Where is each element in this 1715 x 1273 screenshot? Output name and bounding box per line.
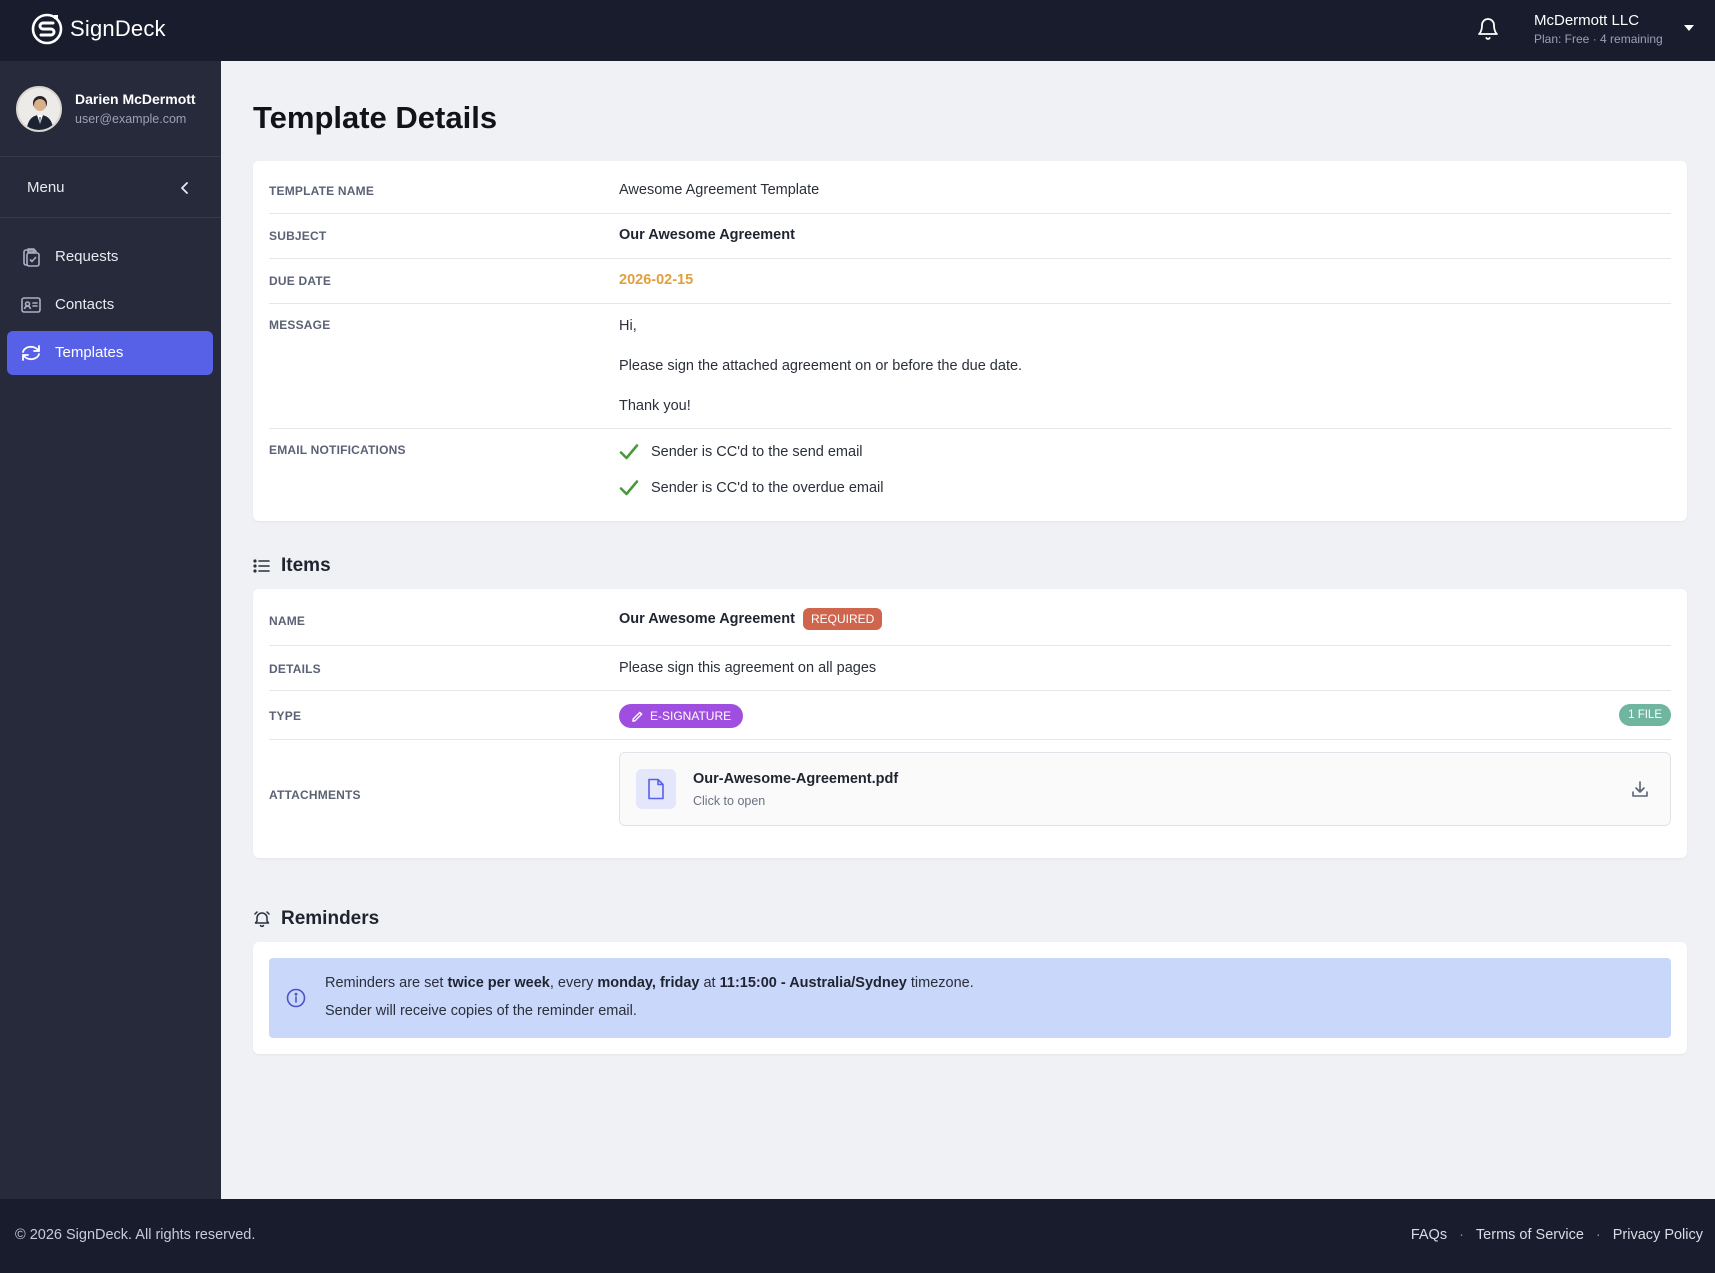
item-details-value: Please sign this agreement on all pages: [619, 660, 877, 676]
download-icon[interactable]: [1630, 779, 1650, 799]
notification-text: Sender is CC'd to the overdue email: [651, 480, 884, 496]
e-signature-badge: E-SIGNATURE: [619, 704, 744, 728]
menu-header: Menu: [0, 158, 221, 218]
account-plan: Plan: Free · 4 remaining: [1534, 32, 1663, 46]
file-icon-box: [636, 769, 676, 809]
due-date-value: 2026-02-15: [619, 272, 694, 288]
message-line: Please sign the attached agreement on or…: [619, 358, 1023, 374]
item-name: Our Awesome Agreement: [619, 610, 795, 627]
item-name-value: Our Awesome Agreement REQUIRED: [619, 608, 883, 630]
user-name: Darien McDermott: [75, 91, 196, 107]
info-icon: [286, 988, 306, 1008]
attachment-name: Our-Awesome-Agreement.pdf: [693, 771, 899, 787]
sidebar-item-label: Templates: [55, 344, 124, 361]
avatar: [16, 86, 62, 132]
refresh-icon: [22, 345, 40, 361]
user-avatar-icon: [18, 88, 60, 130]
file-document-icon: [648, 778, 664, 800]
signdeck-logo-icon: [31, 13, 63, 45]
sidebar-item-contacts[interactable]: Contacts: [7, 283, 213, 327]
brand-logo[interactable]: SignDeck: [30, 12, 166, 46]
file-count-badge: 1 FILE: [1619, 704, 1671, 726]
item-row-details: DETAILS Please sign this agreement on al…: [269, 646, 1671, 691]
items-section-title: Items: [253, 555, 331, 577]
reminders-section-title: Reminders: [253, 908, 379, 930]
notification-item: Sender is CC'd to the overdue email: [619, 478, 883, 498]
reminder-info-box: Reminders are set twice per week, every …: [269, 958, 1671, 1038]
required-badge: REQUIRED: [802, 608, 883, 630]
detail-row-subject: SUBJECT Our Awesome Agreement: [269, 214, 1671, 259]
footer-links: FAQs · Terms of Service · Privacy Policy: [1411, 1227, 1703, 1243]
template-name-value: Awesome Agreement Template: [619, 182, 820, 198]
attachment-hint: Click to open: [693, 794, 766, 808]
terms-of-service-link[interactable]: Terms of Service: [1476, 1227, 1584, 1243]
subject-label: SUBJECT: [269, 229, 327, 243]
template-details-card: TEMPLATE NAME Awesome Agreement Template…: [253, 161, 1687, 521]
privacy-policy-link[interactable]: Privacy Policy: [1613, 1227, 1703, 1243]
sidebar: Darien McDermott user@example.com Menu R…: [0, 61, 221, 1199]
template-name-label: TEMPLATE NAME: [269, 184, 375, 198]
attachments-label: ATTACHMENTS: [269, 788, 361, 802]
sidebar-item-requests[interactable]: Requests: [7, 235, 213, 279]
detail-row-template-name: TEMPLATE NAME Awesome Agreement Template: [269, 161, 1671, 214]
clipboard-check-icon: [23, 248, 40, 267]
reminders-card: Reminders are set twice per week, every …: [253, 942, 1687, 1054]
e-signature-label: E-SIGNATURE: [650, 709, 732, 723]
checkmark-icon: [619, 480, 639, 496]
attachment-file[interactable]: Our-Awesome-Agreement.pdf Click to open: [619, 752, 1671, 826]
sidebar-item-label: Requests: [55, 248, 119, 265]
items-card: NAME Our Awesome Agreement REQUIRED DETAI…: [253, 589, 1687, 858]
detail-row-email-notifications: EMAIL NOTIFICATIONS Sender is CC'd to th…: [269, 429, 1671, 521]
item-name-label: NAME: [269, 614, 306, 628]
footer-separator: ·: [1595, 1227, 1601, 1243]
alarm-bell-icon: [254, 911, 270, 928]
account-name: McDermott LLC: [1534, 12, 1640, 29]
footer: © 2026 SignDeck. All rights reserved. FA…: [0, 1199, 1715, 1273]
email-notifications-label: EMAIL NOTIFICATIONS: [269, 443, 406, 457]
account-switcher[interactable]: McDermott LLC Plan: Free · 4 remaining: [1534, 12, 1663, 46]
due-date-label: DUE DATE: [269, 274, 332, 288]
faqs-link[interactable]: FAQs: [1411, 1227, 1447, 1243]
notification-text: Sender is CC'd to the send email: [651, 444, 863, 460]
page-title: Template Details: [253, 100, 498, 135]
reminders-heading: Reminders: [281, 908, 380, 929]
notification-item: Sender is CC'd to the send email: [619, 442, 863, 462]
sidebar-item-templates[interactable]: Templates: [7, 331, 213, 375]
item-row-name: NAME Our Awesome Agreement REQUIRED: [269, 589, 1671, 646]
notifications-bell-icon[interactable]: [1476, 17, 1500, 41]
caret-down-icon[interactable]: [1683, 24, 1695, 32]
checkmark-icon: [619, 444, 639, 460]
item-details-label: DETAILS: [269, 662, 321, 676]
message-label: MESSAGE: [269, 318, 331, 332]
reminder-copy-text: Sender will receive copies of the remind…: [325, 1003, 637, 1019]
sidebar-item-label: Contacts: [55, 296, 115, 313]
top-bar: SignDeck McDermott LLC Plan: Free · 4 re…: [0, 0, 1715, 61]
contact-card-icon: [21, 297, 41, 313]
chevron-left-icon[interactable]: [176, 179, 194, 197]
detail-row-due-date: DUE DATE 2026-02-15: [269, 259, 1671, 304]
item-type-label: TYPE: [269, 709, 302, 723]
message-line: Hi,: [619, 318, 637, 334]
message-line: Thank you!: [619, 398, 691, 414]
menu-label: Menu: [27, 179, 65, 196]
pencil-icon: [632, 711, 643, 722]
item-row-type: TYPE E-SIGNATURE 1 FILE: [269, 691, 1671, 740]
reminder-frequency: twice per week: [447, 975, 550, 991]
items-heading: Items: [281, 555, 331, 576]
list-icon: [253, 559, 270, 573]
user-email: user@example.com: [75, 112, 187, 126]
footer-separator: ·: [1459, 1227, 1464, 1243]
brand-name: SignDeck: [70, 16, 166, 41]
item-row-attachments: ATTACHMENTS Our-Awesome-Agreement.pdf Cl…: [269, 740, 1671, 858]
user-profile: Darien McDermott user@example.com: [0, 61, 221, 157]
reminder-schedule-text: Reminders are set twice per week, every …: [325, 975, 974, 991]
subject-value: Our Awesome Agreement: [619, 227, 795, 243]
copyright: © 2026 SignDeck. All rights reserved.: [15, 1227, 256, 1243]
reminder-days: monday, friday: [597, 975, 700, 991]
detail-row-message: MESSAGE Hi, Please sign the attached agr…: [269, 304, 1671, 429]
reminder-time-zone: 11:15:00 - Australia/Sydney: [719, 975, 907, 991]
